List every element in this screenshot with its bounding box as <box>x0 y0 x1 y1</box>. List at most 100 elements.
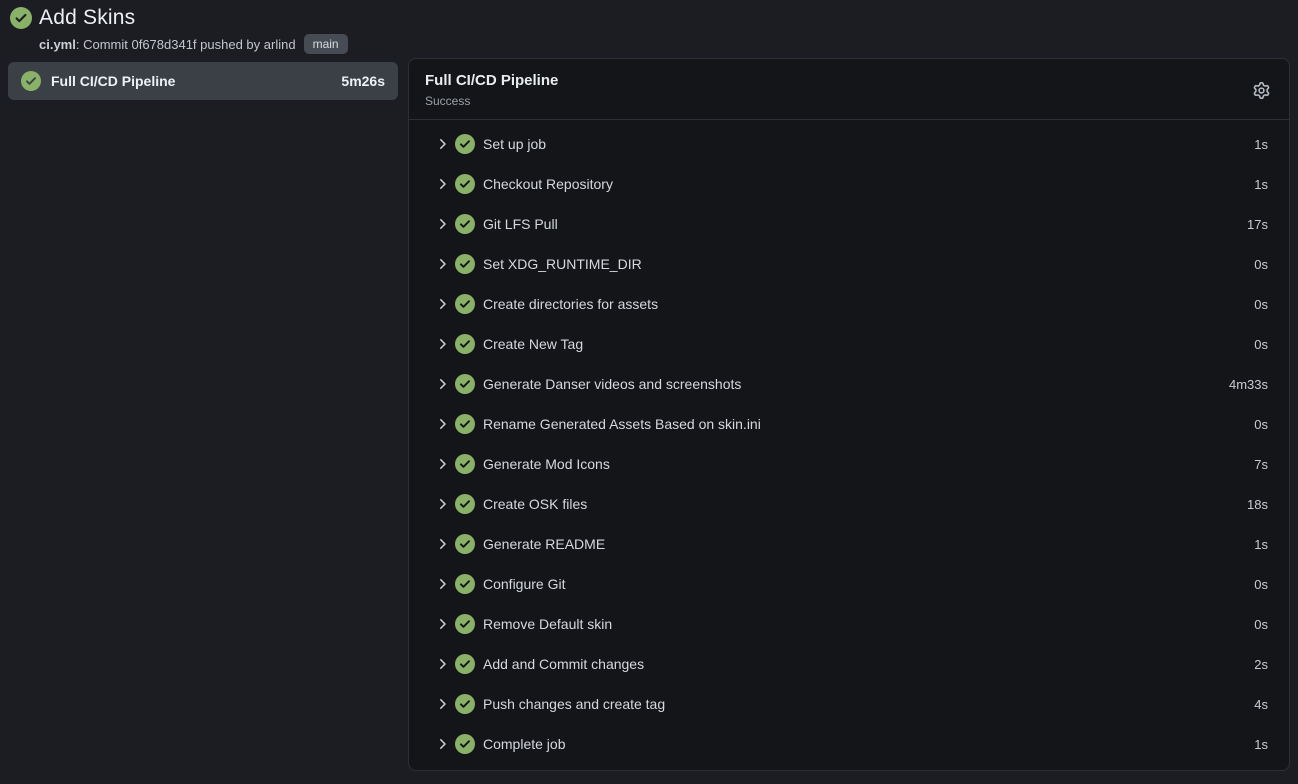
gear-icon <box>1253 82 1270 99</box>
commit-text-prefix: : Commit <box>76 37 132 52</box>
step-row[interactable]: Set up job 1s <box>409 124 1289 164</box>
chevron-right-icon <box>434 176 450 192</box>
job-list: Full CI/CD Pipeline 5m26s <box>8 62 398 100</box>
step-duration: 2s <box>1254 657 1268 672</box>
step-duration: 17s <box>1247 217 1268 232</box>
chevron-right-icon <box>434 456 450 472</box>
step-status-check-circle-icon <box>455 134 475 154</box>
panel-job-title: Full CI/CD Pipeline <box>425 72 558 89</box>
panel-status-text: Success <box>425 94 558 108</box>
step-duration: 0s <box>1254 337 1268 352</box>
step-row[interactable]: Set XDG_RUNTIME_DIR 0s <box>409 244 1289 284</box>
step-row[interactable]: Configure Git 0s <box>409 564 1289 604</box>
job-name: Full CI/CD Pipeline <box>51 73 331 89</box>
chevron-right-icon <box>434 536 450 552</box>
step-status-check-circle-icon <box>455 454 475 474</box>
chevron-right-icon <box>434 736 450 752</box>
step-name: Create OSK files <box>483 496 1247 512</box>
step-duration: 0s <box>1254 577 1268 592</box>
step-row[interactable]: Checkout Repository 1s <box>409 164 1289 204</box>
step-status-check-circle-icon <box>455 414 475 434</box>
step-status-check-circle-icon <box>455 334 475 354</box>
step-status-check-circle-icon <box>455 694 475 714</box>
chevron-right-icon <box>434 696 450 712</box>
step-duration: 0s <box>1254 417 1268 432</box>
step-status-check-circle-icon <box>455 654 475 674</box>
step-row[interactable]: Git LFS Pull 17s <box>409 204 1289 244</box>
workflow-file-link[interactable]: ci.yml <box>39 37 76 52</box>
step-name: Add and Commit changes <box>483 656 1254 672</box>
chevron-right-icon <box>434 216 450 232</box>
step-name: Create New Tag <box>483 336 1254 352</box>
step-status-check-circle-icon <box>455 254 475 274</box>
step-status-check-circle-icon <box>455 294 475 314</box>
step-row[interactable]: Push changes and create tag 4s <box>409 684 1289 724</box>
step-name: Generate Danser videos and screenshots <box>483 376 1229 392</box>
step-name: Push changes and create tag <box>483 696 1254 712</box>
commit-sha-link[interactable]: 0f678d341f <box>131 37 196 52</box>
chevron-right-icon <box>434 616 450 632</box>
step-duration: 1s <box>1254 177 1268 192</box>
step-name: Generate Mod Icons <box>483 456 1254 472</box>
step-duration: 7s <box>1254 457 1268 472</box>
run-header: Add Skins ci.yml: Commit 0f678d341f push… <box>10 6 348 54</box>
step-duration: 1s <box>1254 737 1268 752</box>
step-row[interactable]: Generate README 1s <box>409 524 1289 564</box>
step-status-check-circle-icon <box>455 614 475 634</box>
step-name: Configure Git <box>483 576 1254 592</box>
step-row[interactable]: Generate Mod Icons 7s <box>409 444 1289 484</box>
step-name: Git LFS Pull <box>483 216 1247 232</box>
step-status-check-circle-icon <box>455 574 475 594</box>
step-list: Set up job 1s Checkout Repository 1s Git… <box>409 120 1289 764</box>
chevron-right-icon <box>434 296 450 312</box>
job-duration: 5m26s <box>341 73 385 89</box>
step-duration: 1s <box>1254 137 1268 152</box>
step-row[interactable]: Create New Tag 0s <box>409 324 1289 364</box>
step-status-check-circle-icon <box>455 174 475 194</box>
step-duration: 4m33s <box>1229 377 1268 392</box>
chevron-right-icon <box>434 336 450 352</box>
run-settings-button[interactable] <box>1251 80 1272 101</box>
step-status-check-circle-icon <box>455 494 475 514</box>
run-status-check-circle-icon <box>10 7 32 29</box>
step-duration: 0s <box>1254 297 1268 312</box>
step-row[interactable]: Generate Danser videos and screenshots 4… <box>409 364 1289 404</box>
panel-header: Full CI/CD Pipeline Success <box>409 59 1289 120</box>
step-status-check-circle-icon <box>455 734 475 754</box>
step-duration: 1s <box>1254 537 1268 552</box>
chevron-right-icon <box>434 656 450 672</box>
chevron-right-icon <box>434 256 450 272</box>
step-name: Remove Default skin <box>483 616 1254 632</box>
run-subtitle: ci.yml: Commit 0f678d341f pushed by arli… <box>39 34 348 54</box>
chevron-right-icon <box>434 136 450 152</box>
chevron-right-icon <box>434 416 450 432</box>
step-name: Complete job <box>483 736 1254 752</box>
step-name: Generate README <box>483 536 1254 552</box>
chevron-right-icon <box>434 496 450 512</box>
step-row[interactable]: Create OSK files 18s <box>409 484 1289 524</box>
run-detail-panel: Full CI/CD Pipeline Success Set up job 1… <box>408 58 1290 771</box>
commit-text-suffix: pushed by arlind <box>197 37 296 52</box>
step-row[interactable]: Add and Commit changes 2s <box>409 644 1289 684</box>
step-name: Rename Generated Assets Based on skin.in… <box>483 416 1254 432</box>
step-duration: 0s <box>1254 257 1268 272</box>
chevron-right-icon <box>434 576 450 592</box>
run-title: Add Skins <box>39 6 135 30</box>
step-status-check-circle-icon <box>455 534 475 554</box>
step-status-check-circle-icon <box>455 214 475 234</box>
step-duration: 4s <box>1254 697 1268 712</box>
step-name: Checkout Repository <box>483 176 1254 192</box>
step-status-check-circle-icon <box>455 374 475 394</box>
step-name: Set up job <box>483 136 1254 152</box>
step-row[interactable]: Complete job 1s <box>409 724 1289 764</box>
step-row[interactable]: Rename Generated Assets Based on skin.in… <box>409 404 1289 444</box>
step-duration: 0s <box>1254 617 1268 632</box>
step-name: Set XDG_RUNTIME_DIR <box>483 256 1254 272</box>
sidebar-job-item[interactable]: Full CI/CD Pipeline 5m26s <box>8 62 398 100</box>
step-row[interactable]: Create directories for assets 0s <box>409 284 1289 324</box>
step-name: Create directories for assets <box>483 296 1254 312</box>
step-row[interactable]: Remove Default skin 0s <box>409 604 1289 644</box>
job-status-check-circle-icon <box>21 71 41 91</box>
chevron-right-icon <box>434 376 450 392</box>
branch-badge[interactable]: main <box>304 34 348 54</box>
